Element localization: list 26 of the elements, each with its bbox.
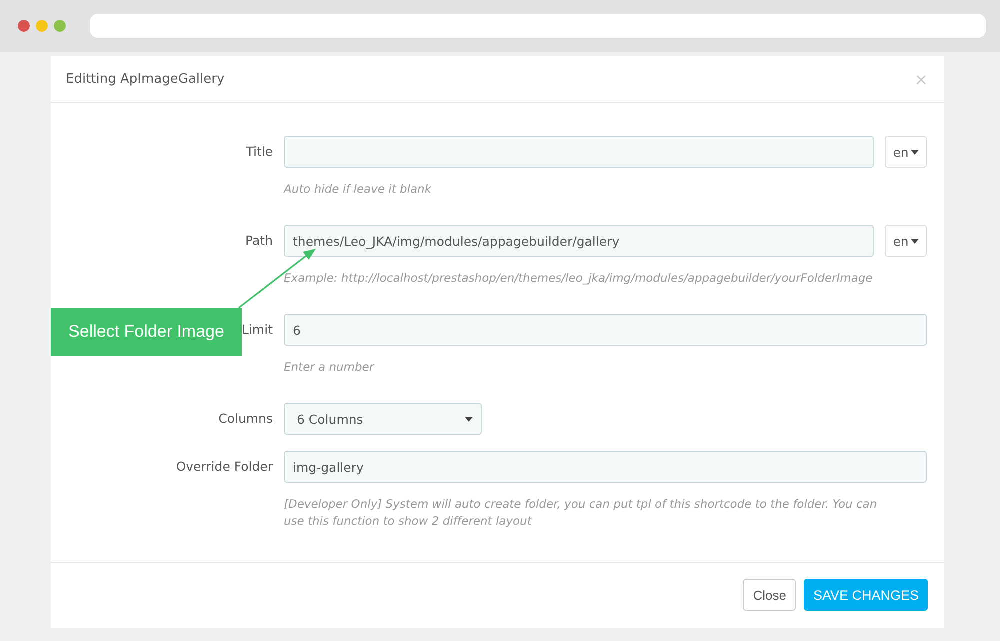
text-field[interactable]: img-gallery (284, 451, 927, 483)
help-text: Auto hide if leave it blank (284, 181, 433, 198)
caret-icon (465, 416, 473, 422)
field-label: Limit (242, 321, 273, 339)
dialog-title: Editting ApImageGallery (66, 72, 225, 86)
field-label: Columns (218, 410, 273, 428)
window-minimize-dot-icon[interactable] (36, 20, 48, 32)
window-close-dot-icon[interactable] (18, 20, 30, 32)
help-text: Example: http://localhost/prestashop/en/themes/leo_jka/img/modules/appagebuilder/yourFolderImage (284, 270, 874, 287)
columns-select[interactable]: 6 Columns (284, 403, 482, 435)
text-field[interactable]: 6 (284, 314, 927, 346)
caret-icon (910, 150, 919, 154)
text-field[interactable]: themes/Leo_JKA/img/modules/appagebuilder/gallery (284, 225, 874, 257)
text-field[interactable] (284, 136, 874, 168)
help-text: [Developer Only] System will auto create folder, you can put tpl of this shortcode to the folder. You can use this function to show 2 different layout (284, 496, 878, 530)
language-dropdown[interactable]: en (885, 225, 927, 257)
close-button[interactable]: Close (743, 579, 796, 611)
window-maximize-dot-icon[interactable] (54, 20, 66, 32)
field-label: Override Folder (176, 458, 273, 476)
language-dropdown[interactable]: en (885, 136, 927, 168)
field-label: Title (246, 143, 273, 161)
field-label: Path (246, 232, 273, 250)
callout-label: Sellect Folder Image (51, 308, 242, 356)
help-text: Enter a number (284, 359, 376, 376)
caret-icon (910, 238, 919, 244)
address-bar[interactable] (90, 14, 986, 38)
